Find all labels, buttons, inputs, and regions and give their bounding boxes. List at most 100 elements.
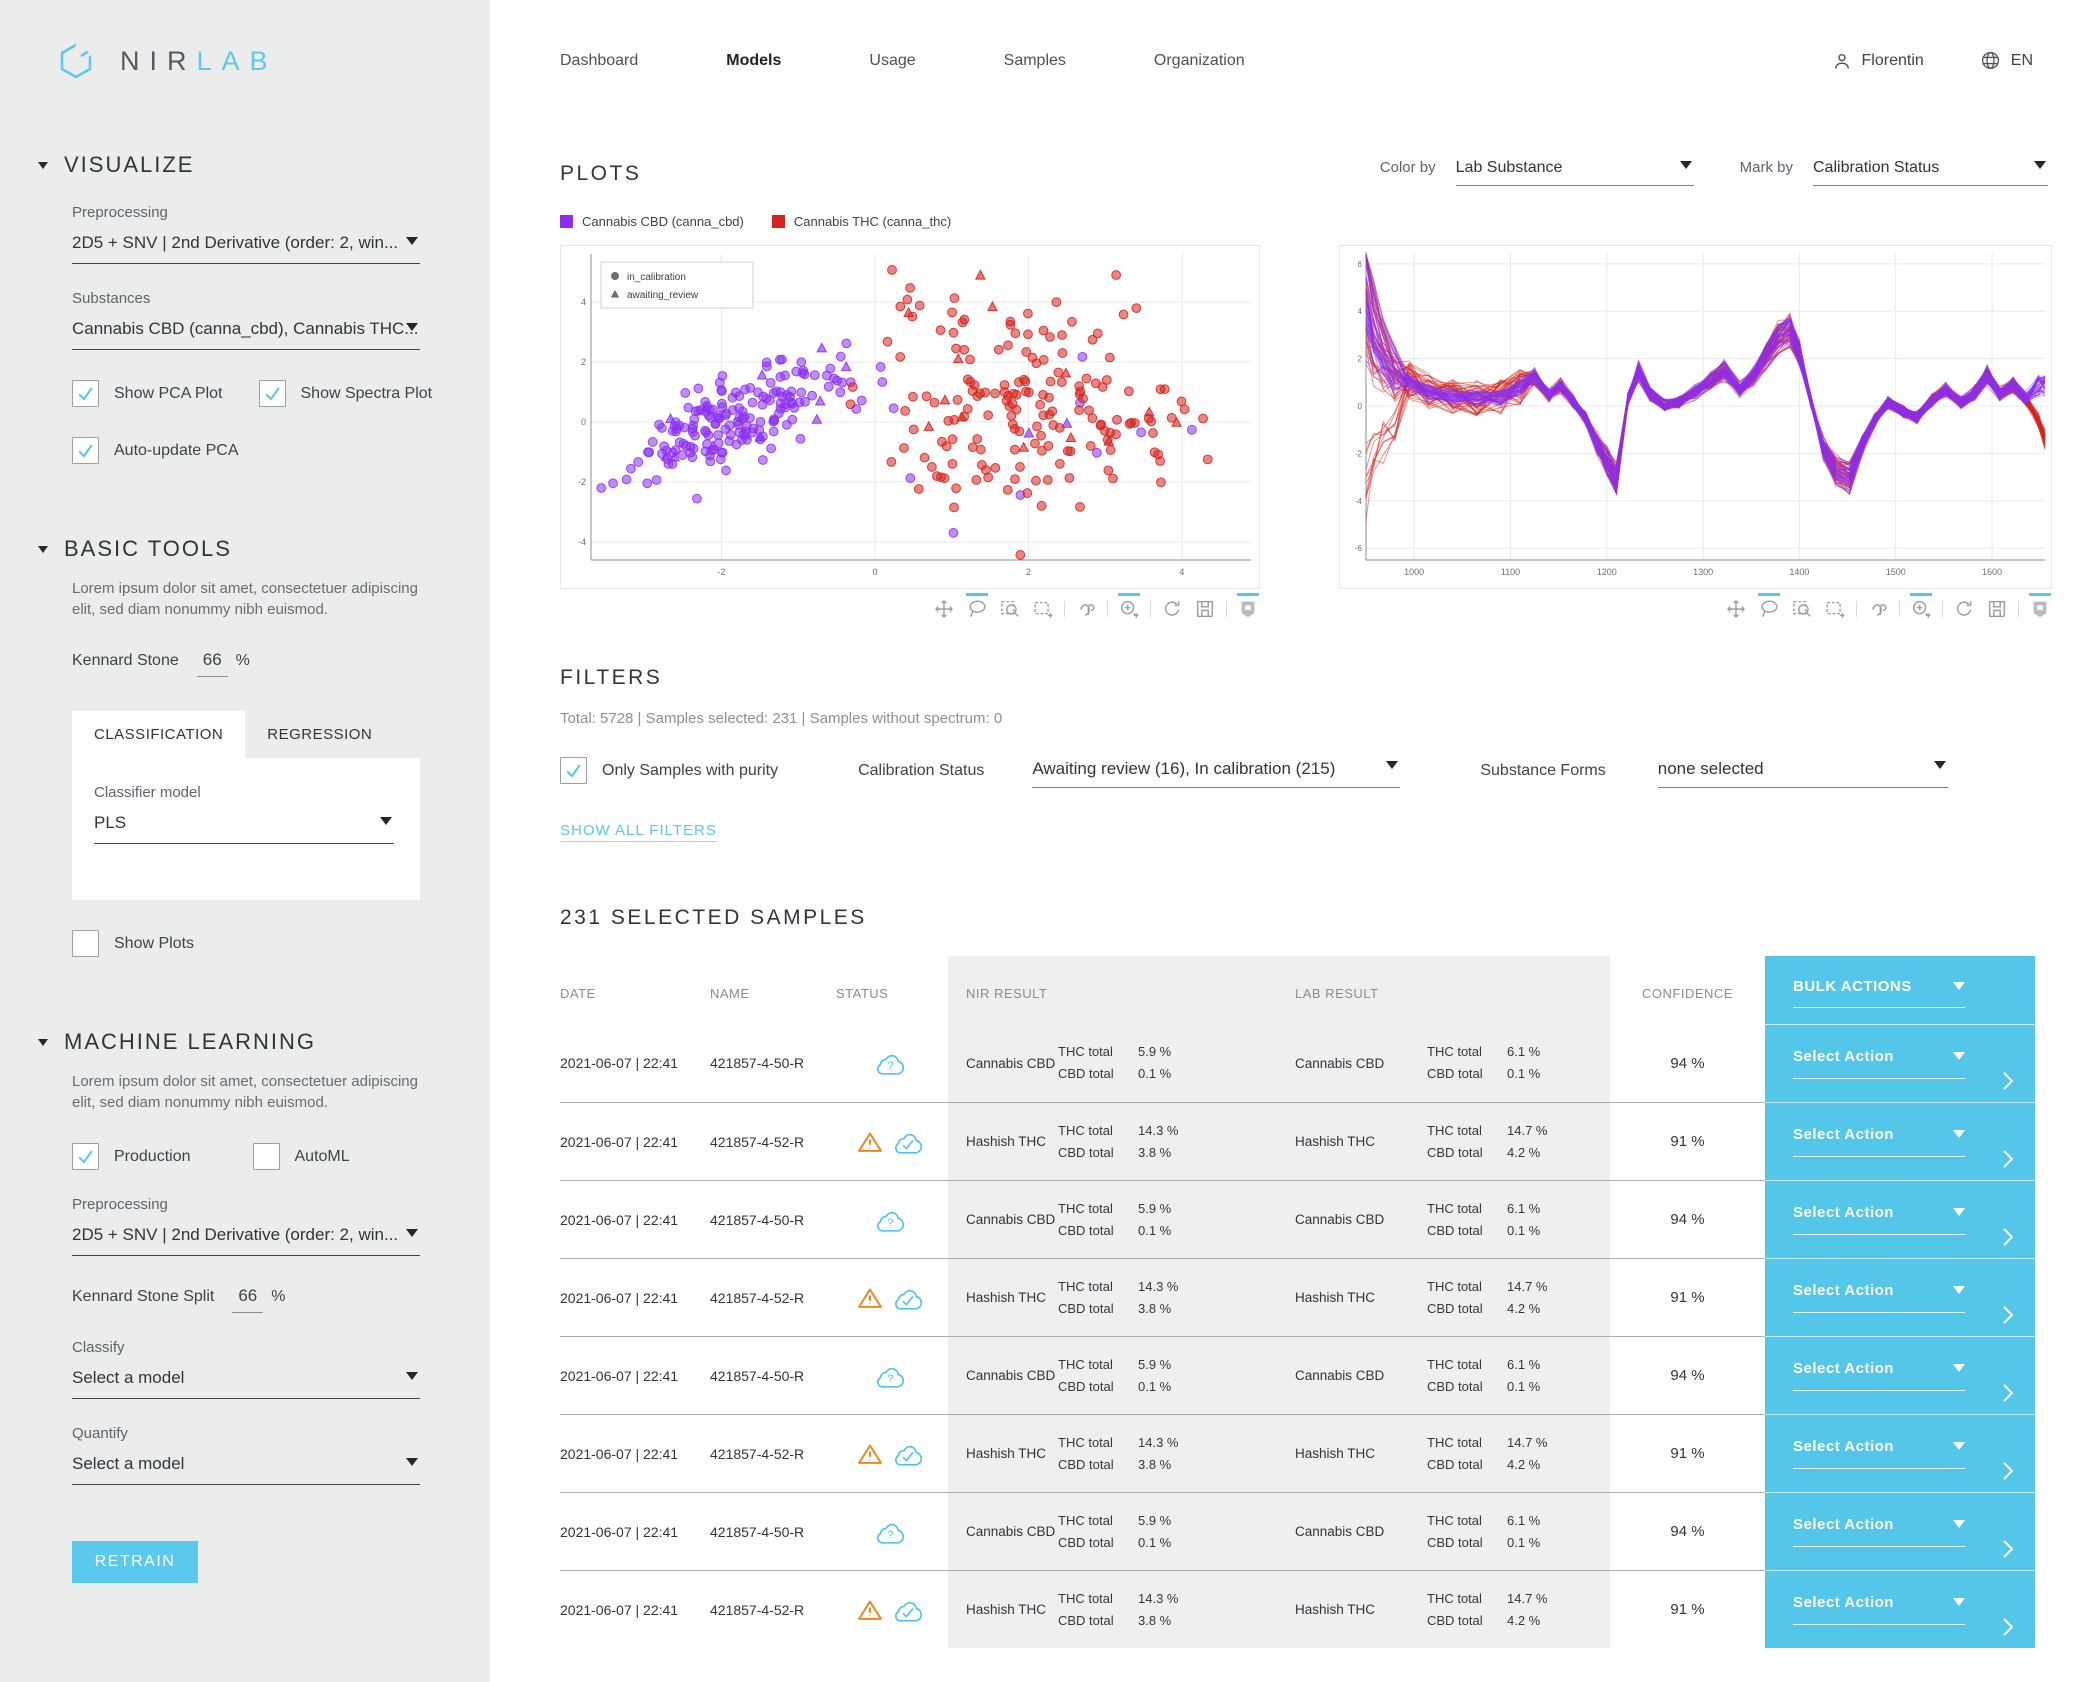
select-action-dropdown[interactable]: Select Action — [1793, 1204, 1965, 1235]
mark-by-select[interactable]: Calibration Status — [1813, 157, 2048, 186]
svg-text:?: ? — [888, 1060, 894, 1072]
pan-icon[interactable] — [932, 597, 956, 621]
nav-item-models[interactable]: Models — [726, 52, 781, 70]
poly-select-icon[interactable] — [1866, 597, 1890, 621]
select-action-dropdown[interactable]: Select Action — [1793, 1516, 1965, 1547]
lasso-select-icon[interactable] — [965, 597, 989, 621]
sample-name[interactable]: 421857-4-50-R — [710, 1180, 832, 1258]
hover-icon[interactable] — [1236, 597, 1260, 621]
show-plots-checkbox[interactable] — [72, 930, 99, 957]
select-action-dropdown[interactable]: Select Action — [1793, 1594, 1965, 1625]
sample-name[interactable]: 421857-4-50-R — [710, 1492, 832, 1570]
kennard-split-input[interactable]: 66 — [232, 1286, 263, 1313]
box-zoom-icon[interactable] — [998, 597, 1022, 621]
tab-regression[interactable]: REGRESSION — [245, 711, 394, 758]
row-detail-chevron-icon[interactable] — [2001, 1148, 2015, 1170]
nav-item-dashboard[interactable]: Dashboard — [560, 52, 638, 70]
lab-cbd-value: 4.2 % — [1507, 1298, 1567, 1320]
select-action-dropdown[interactable]: Select Action — [1793, 1126, 1965, 1157]
wheel-zoom-icon[interactable] — [1909, 597, 1933, 621]
lasso-select-icon[interactable] — [1757, 597, 1781, 621]
purity-label: Only Samples with purity — [602, 762, 778, 780]
nav-item-usage[interactable]: Usage — [869, 52, 915, 70]
chevron-down-icon — [1953, 982, 1965, 990]
nir-cbd-value: 3.8 % — [1138, 1142, 1198, 1164]
nav-item-samples[interactable]: Samples — [1004, 52, 1066, 70]
box-select-icon[interactable] — [1823, 597, 1847, 621]
tab-classification[interactable]: CLASSIFICATION — [72, 711, 245, 758]
poly-select-icon[interactable] — [1074, 597, 1098, 621]
substances-select[interactable]: Cannabis CBD (canna_cbd), Cannabis THC..… — [72, 311, 420, 350]
row-detail-chevron-icon[interactable] — [2001, 1616, 2015, 1638]
show-spectra-checkbox[interactable] — [259, 380, 286, 407]
table-row: 2021-06-07 | 22:41 421857-4-52-R ? Hashi… — [560, 1414, 2035, 1492]
sample-name[interactable]: 421857-4-50-R — [710, 1024, 832, 1102]
collapse-caret-icon[interactable] — [38, 162, 48, 169]
kennard-stone-input[interactable]: 66 — [197, 650, 228, 677]
hover-icon[interactable] — [2028, 597, 2052, 621]
nav-item-organization[interactable]: Organization — [1154, 52, 1245, 70]
samples-rows: 2021-06-07 | 22:41 421857-4-50-R ? Canna… — [560, 1024, 2035, 1648]
sample-name[interactable]: 421857-4-52-R — [710, 1570, 832, 1648]
classifier-model-select[interactable]: PLS — [94, 805, 394, 844]
pca-scatter-plot[interactable]: -2024-4-2024in_calibrationawaiting_revie… — [560, 245, 1260, 589]
reset-icon[interactable] — [1160, 597, 1184, 621]
production-checkbox[interactable] — [72, 1143, 99, 1170]
row-detail-chevron-icon[interactable] — [2001, 1070, 2015, 1092]
bulk-actions-header[interactable]: BULK ACTIONS — [1765, 956, 2035, 1024]
show-pca-checkbox[interactable] — [72, 380, 99, 407]
sample-name[interactable]: 421857-4-52-R — [710, 1102, 832, 1180]
row-detail-chevron-icon[interactable] — [2001, 1538, 2015, 1560]
box-zoom-icon[interactable] — [1790, 597, 1814, 621]
basic-tools-section: BASIC TOOLS Lorem ipsum dolor sit amet, … — [0, 536, 490, 957]
classify-select[interactable]: Select a model — [72, 1360, 420, 1399]
row-detail-chevron-icon[interactable] — [2001, 1226, 2015, 1248]
mark-by-label: Mark by — [1740, 159, 1793, 176]
sample-name[interactable]: 421857-4-52-R — [710, 1258, 832, 1336]
legend-item-thc: Cannabis THC (canna_thc) — [772, 214, 951, 229]
collapse-caret-icon[interactable] — [38, 546, 48, 553]
user-menu[interactable]: Florentin — [1832, 51, 1924, 71]
chevron-down-icon — [1953, 1520, 1965, 1528]
auto-update-pca-checkbox[interactable] — [72, 437, 99, 464]
ml-preprocessing-select[interactable]: 2D5 + SNV | 2nd Derivative (order: 2, wi… — [72, 1217, 420, 1256]
reset-icon[interactable] — [1952, 597, 1976, 621]
calibration-status-select[interactable]: Awaiting review (16), In calibration (21… — [1032, 757, 1400, 788]
sample-name[interactable]: 421857-4-50-R — [710, 1336, 832, 1414]
retrain-button[interactable]: RETRAIN — [72, 1541, 198, 1583]
warning-icon — [857, 1286, 883, 1310]
spectra-plot[interactable]: 1000110012001300140015001600-6-4-20246 — [1339, 245, 2052, 589]
preprocessing-select[interactable]: 2D5 + SNV | 2nd Derivative (order: 2, wi… — [72, 225, 420, 264]
save-icon[interactable] — [1985, 597, 2009, 621]
logo[interactable]: NIRLAB — [58, 42, 490, 80]
color-by-select[interactable]: Lab Substance — [1456, 157, 1694, 186]
automl-checkbox[interactable] — [253, 1143, 280, 1170]
pan-icon[interactable] — [1724, 597, 1748, 621]
lab-substance: Cannabis CBD — [1295, 1212, 1427, 1227]
box-select-icon[interactable] — [1031, 597, 1055, 621]
select-action-dropdown[interactable]: Select Action — [1793, 1360, 1965, 1391]
select-action-dropdown[interactable]: Select Action — [1793, 1282, 1965, 1313]
kennard-stone-label: Kennard Stone — [72, 652, 179, 670]
select-action-dropdown[interactable]: Select Action — [1793, 1438, 1965, 1469]
wheel-zoom-icon[interactable] — [1117, 597, 1141, 621]
cloud-status-icon: ? — [893, 1286, 923, 1310]
purity-checkbox[interactable] — [560, 757, 587, 784]
select-action-dropdown[interactable]: Select Action — [1793, 1048, 1965, 1079]
language-menu[interactable]: EN — [1980, 50, 2033, 71]
row-detail-chevron-icon[interactable] — [2001, 1460, 2015, 1482]
row-detail-chevron-icon[interactable] — [2001, 1304, 2015, 1326]
main-content: Dashboard Models Usage Samples Organizat… — [490, 0, 2078, 1648]
table-row: 2021-06-07 | 22:41 421857-4-52-R ? Hashi… — [560, 1258, 2035, 1336]
substance-forms-select[interactable]: none selected — [1658, 757, 1948, 788]
save-icon[interactable] — [1193, 597, 1217, 621]
nir-substance: Hashish THC — [966, 1602, 1058, 1617]
collapse-caret-icon[interactable] — [38, 1039, 48, 1046]
nir-substance: Cannabis CBD — [966, 1056, 1058, 1071]
row-detail-chevron-icon[interactable] — [2001, 1382, 2015, 1404]
lab-substance: Cannabis CBD — [1295, 1524, 1427, 1539]
legend-item-cbd: Cannabis CBD (canna_cbd) — [560, 214, 744, 229]
sample-name[interactable]: 421857-4-52-R — [710, 1414, 832, 1492]
quantify-select[interactable]: Select a model — [72, 1446, 420, 1485]
show-all-filters-link[interactable]: SHOW ALL FILTERS — [560, 822, 717, 842]
